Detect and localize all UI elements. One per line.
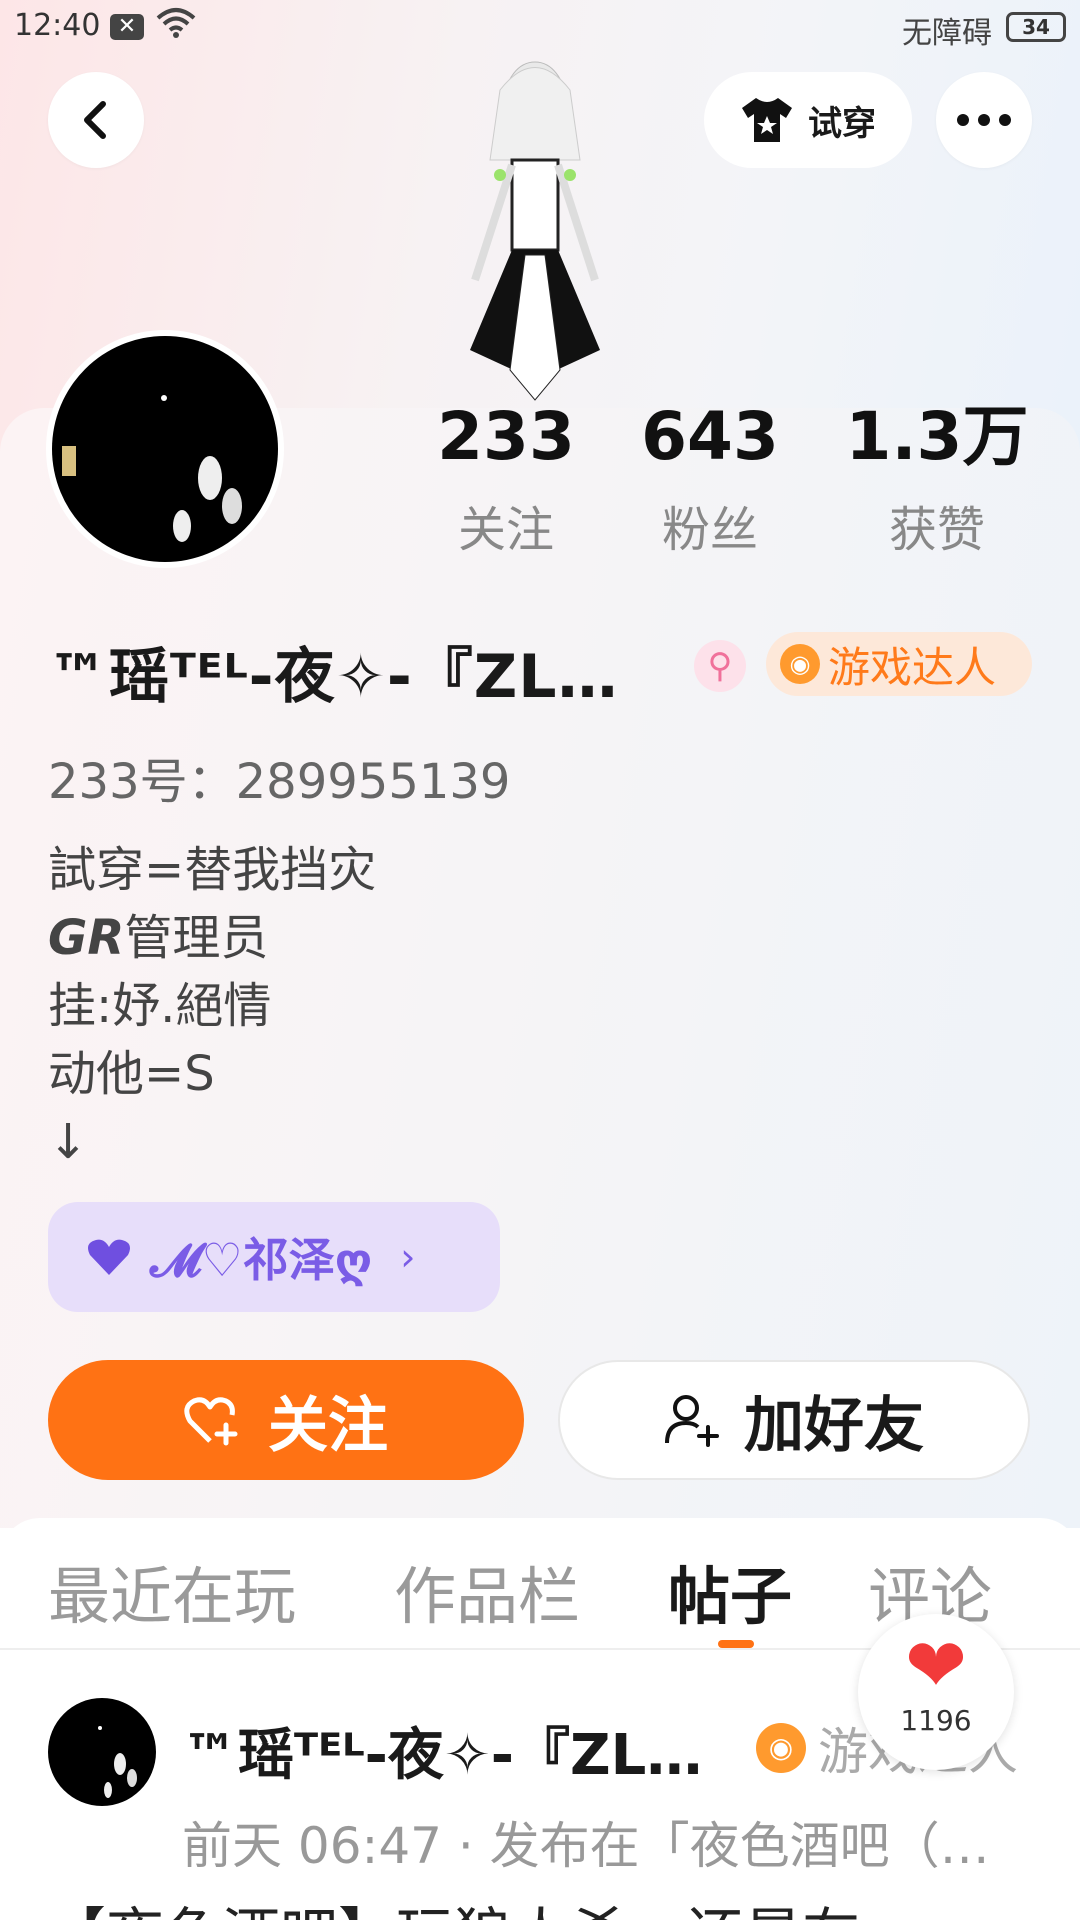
cp-relationship-chip[interactable]: 𝓜♡祁泽ღ › <box>48 1202 500 1312</box>
tab-recently-played[interactable]: 最近在玩 <box>48 1546 296 1636</box>
status-bar: 12:40 ✕ 无障碍 34 <box>0 0 1080 56</box>
try-on-button[interactable]: 试穿 <box>704 72 912 168</box>
tab-posts[interactable]: 帖子 <box>668 1546 792 1636</box>
game-expert-badge[interactable]: ◉ 游戏达人 <box>766 632 1032 696</box>
bio-text: 管理员 <box>124 910 269 966</box>
tab-works[interactable]: 作品栏 <box>394 1546 580 1636</box>
accessibility-label: 无障碍 <box>902 16 992 51</box>
notification-icon: ✕ <box>110 14 144 40</box>
post-meta: 前天 06:47 · 发布在「夜色酒吧（… <box>182 1817 990 1875</box>
stat-following[interactable]: 233 关注 <box>436 400 576 560</box>
post-text[interactable]: 【夜色酒吧】玩狼人杀，还是在 <box>48 1888 860 1920</box>
following-count: 233 <box>437 398 575 475</box>
user-id: 233号：289955139 <box>48 754 511 810</box>
heart-icon: ❤ <box>904 1623 967 1709</box>
more-dots-icon <box>957 114 1011 126</box>
bio-line: 挂:妤.絕情 <box>48 978 272 1034</box>
gamepad-icon: ◉ <box>756 1723 806 1773</box>
username: ™瑶ᵀᴱᴸ-夜✧-『ZL… <box>48 642 619 712</box>
back-button[interactable] <box>48 72 144 168</box>
follow-button[interactable]: 关注 <box>48 1360 524 1480</box>
fans-count: 643 <box>641 398 779 475</box>
gender-female-icon: ⚲ <box>694 640 746 692</box>
chevron-right-icon: › <box>400 1235 416 1279</box>
likes-count: 1.3万 <box>845 398 1029 475</box>
post-author-name[interactable]: ™瑶ᵀᴱᴸ-夜✧-『ZL… <box>182 1710 702 1791</box>
username-row: ™瑶ᵀᴱᴸ-夜✧-『ZL… <box>48 628 619 715</box>
stat-likes[interactable]: 1.3万 获赞 <box>842 400 1032 560</box>
more-button[interactable] <box>936 72 1032 168</box>
status-time: 12:40 <box>14 8 101 43</box>
badge-label: 游戏达人 <box>828 642 997 692</box>
bio-line: 試穿=替我挡灾 <box>48 842 377 898</box>
battery-icon: 34 <box>1006 12 1066 42</box>
3d-avatar-figure[interactable] <box>430 50 640 410</box>
tshirt-icon <box>742 98 792 142</box>
heart-plus-icon <box>184 1397 238 1446</box>
bio-line: 动他=S <box>48 1046 215 1102</box>
bio-emphasis: GR <box>48 910 125 966</box>
gamepad-icon: ◉ <box>780 644 820 684</box>
active-tab-indicator <box>718 1640 754 1648</box>
avatar[interactable] <box>46 330 284 568</box>
bio: 試穿=替我挡灾 GR管理员挂:妤.絕情 动他=S ↓ <box>48 836 376 1176</box>
heart-icon <box>88 1239 130 1275</box>
fans-label: 粉丝 <box>661 502 758 558</box>
likes-label: 获赞 <box>888 502 985 558</box>
bio-line: GR管理员 <box>48 904 376 972</box>
follow-label: 关注 <box>268 1390 388 1461</box>
cp-name: 𝓜♡祁泽ღ <box>150 1233 373 1287</box>
following-label: 关注 <box>457 502 554 558</box>
post-author-avatar[interactable] <box>48 1698 156 1806</box>
add-friend-label: 加好友 <box>744 1390 924 1461</box>
stat-fans[interactable]: 643 粉丝 <box>640 400 780 560</box>
try-on-label: 试穿 <box>808 103 876 144</box>
like-float-button[interactable]: ❤ 1196 <box>858 1614 1014 1770</box>
add-friend-button[interactable]: 加好友 <box>558 1360 1030 1480</box>
chevron-left-icon <box>84 101 106 139</box>
add-user-icon <box>665 1395 719 1447</box>
wifi-icon <box>156 6 196 48</box>
bio-line: ↓ <box>48 1114 89 1170</box>
like-count: 1196 <box>900 1704 972 1737</box>
